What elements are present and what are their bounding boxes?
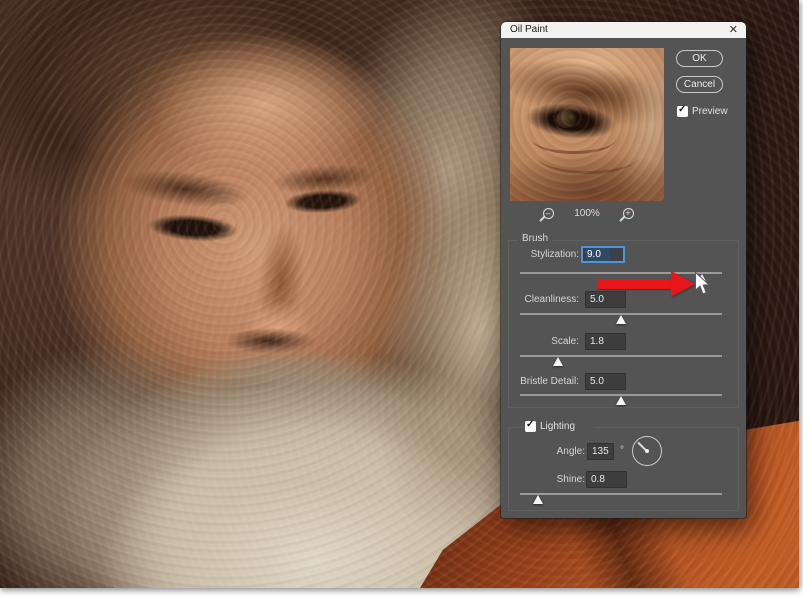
checkbox-box: ✓ bbox=[677, 106, 688, 117]
angle-label: Angle: bbox=[501, 443, 585, 460]
minus-icon: – bbox=[544, 209, 552, 217]
shine-label: Shine: bbox=[501, 471, 585, 488]
bristle-detail-row: Bristle Detail: bbox=[501, 373, 739, 390]
lighting-checkbox[interactable]: ✓ Lighting bbox=[525, 421, 595, 433]
dialog-title: Oil Paint bbox=[510, 24, 548, 35]
checkbox-box: ✓ bbox=[525, 421, 536, 432]
oil-paint-dialog: Oil Paint ✕ OK Cancel ✓ Preview – 100% + bbox=[501, 22, 746, 518]
angle-dial-center bbox=[645, 449, 649, 453]
degree-symbol: ° bbox=[620, 443, 624, 458]
lighting-checkbox-label: Lighting bbox=[540, 421, 575, 432]
dialog-titlebar[interactable]: Oil Paint ✕ bbox=[501, 22, 746, 38]
shine-slider[interactable] bbox=[520, 490, 722, 503]
cancel-button[interactable]: Cancel bbox=[676, 76, 723, 93]
cleanliness-label: Cleanliness: bbox=[501, 291, 579, 308]
annotation-arrow-head bbox=[671, 271, 695, 297]
bristle-detail-input[interactable] bbox=[585, 373, 626, 390]
annotation-arrow bbox=[597, 279, 675, 289]
screenshot-stage: Oil Paint ✕ OK Cancel ✓ Preview – 100% + bbox=[0, 0, 803, 597]
zoom-out-button[interactable]: – bbox=[543, 208, 554, 219]
cleanliness-input[interactable] bbox=[585, 291, 626, 308]
bristle-detail-slider[interactable] bbox=[520, 391, 722, 404]
cleanliness-slider-thumb[interactable] bbox=[616, 315, 626, 324]
angle-dial[interactable] bbox=[632, 436, 662, 466]
stylization-input[interactable] bbox=[581, 246, 625, 263]
bristle-detail-slider-thumb[interactable] bbox=[616, 396, 626, 405]
cleanliness-slider[interactable] bbox=[520, 310, 722, 323]
scale-label: Scale: bbox=[501, 333, 579, 350]
cursor-pointer bbox=[694, 271, 711, 296]
check-icon: ✓ bbox=[678, 104, 686, 115]
scale-row: Scale: bbox=[501, 333, 739, 350]
angle-row: Angle: ° bbox=[501, 443, 739, 460]
shine-input[interactable] bbox=[586, 471, 627, 488]
stylization-row: Stylization: bbox=[501, 246, 739, 263]
shine-slider-thumb[interactable] bbox=[533, 495, 543, 504]
check-icon: ✓ bbox=[526, 419, 534, 430]
preview-checkbox-label: Preview bbox=[692, 106, 728, 117]
zoom-in-button[interactable]: + bbox=[623, 208, 634, 219]
preview-checkbox[interactable]: ✓ Preview bbox=[677, 106, 737, 118]
scale-slider[interactable] bbox=[520, 352, 722, 365]
stylization-label: Stylization: bbox=[501, 246, 579, 263]
bristle-detail-label: Bristle Detail: bbox=[501, 373, 579, 390]
filter-preview-thumbnail[interactable] bbox=[510, 48, 664, 201]
close-icon[interactable]: ✕ bbox=[729, 23, 738, 37]
ok-button[interactable]: OK bbox=[676, 50, 723, 67]
scale-input[interactable] bbox=[585, 333, 626, 350]
scale-slider-thumb[interactable] bbox=[553, 357, 563, 366]
shine-row: Shine: bbox=[501, 471, 739, 488]
zoom-level: 100% bbox=[567, 208, 607, 219]
brush-group-label: Brush bbox=[518, 233, 552, 244]
plus-icon: + bbox=[624, 209, 632, 217]
preview-texture bbox=[510, 48, 664, 201]
angle-input[interactable] bbox=[587, 443, 614, 460]
